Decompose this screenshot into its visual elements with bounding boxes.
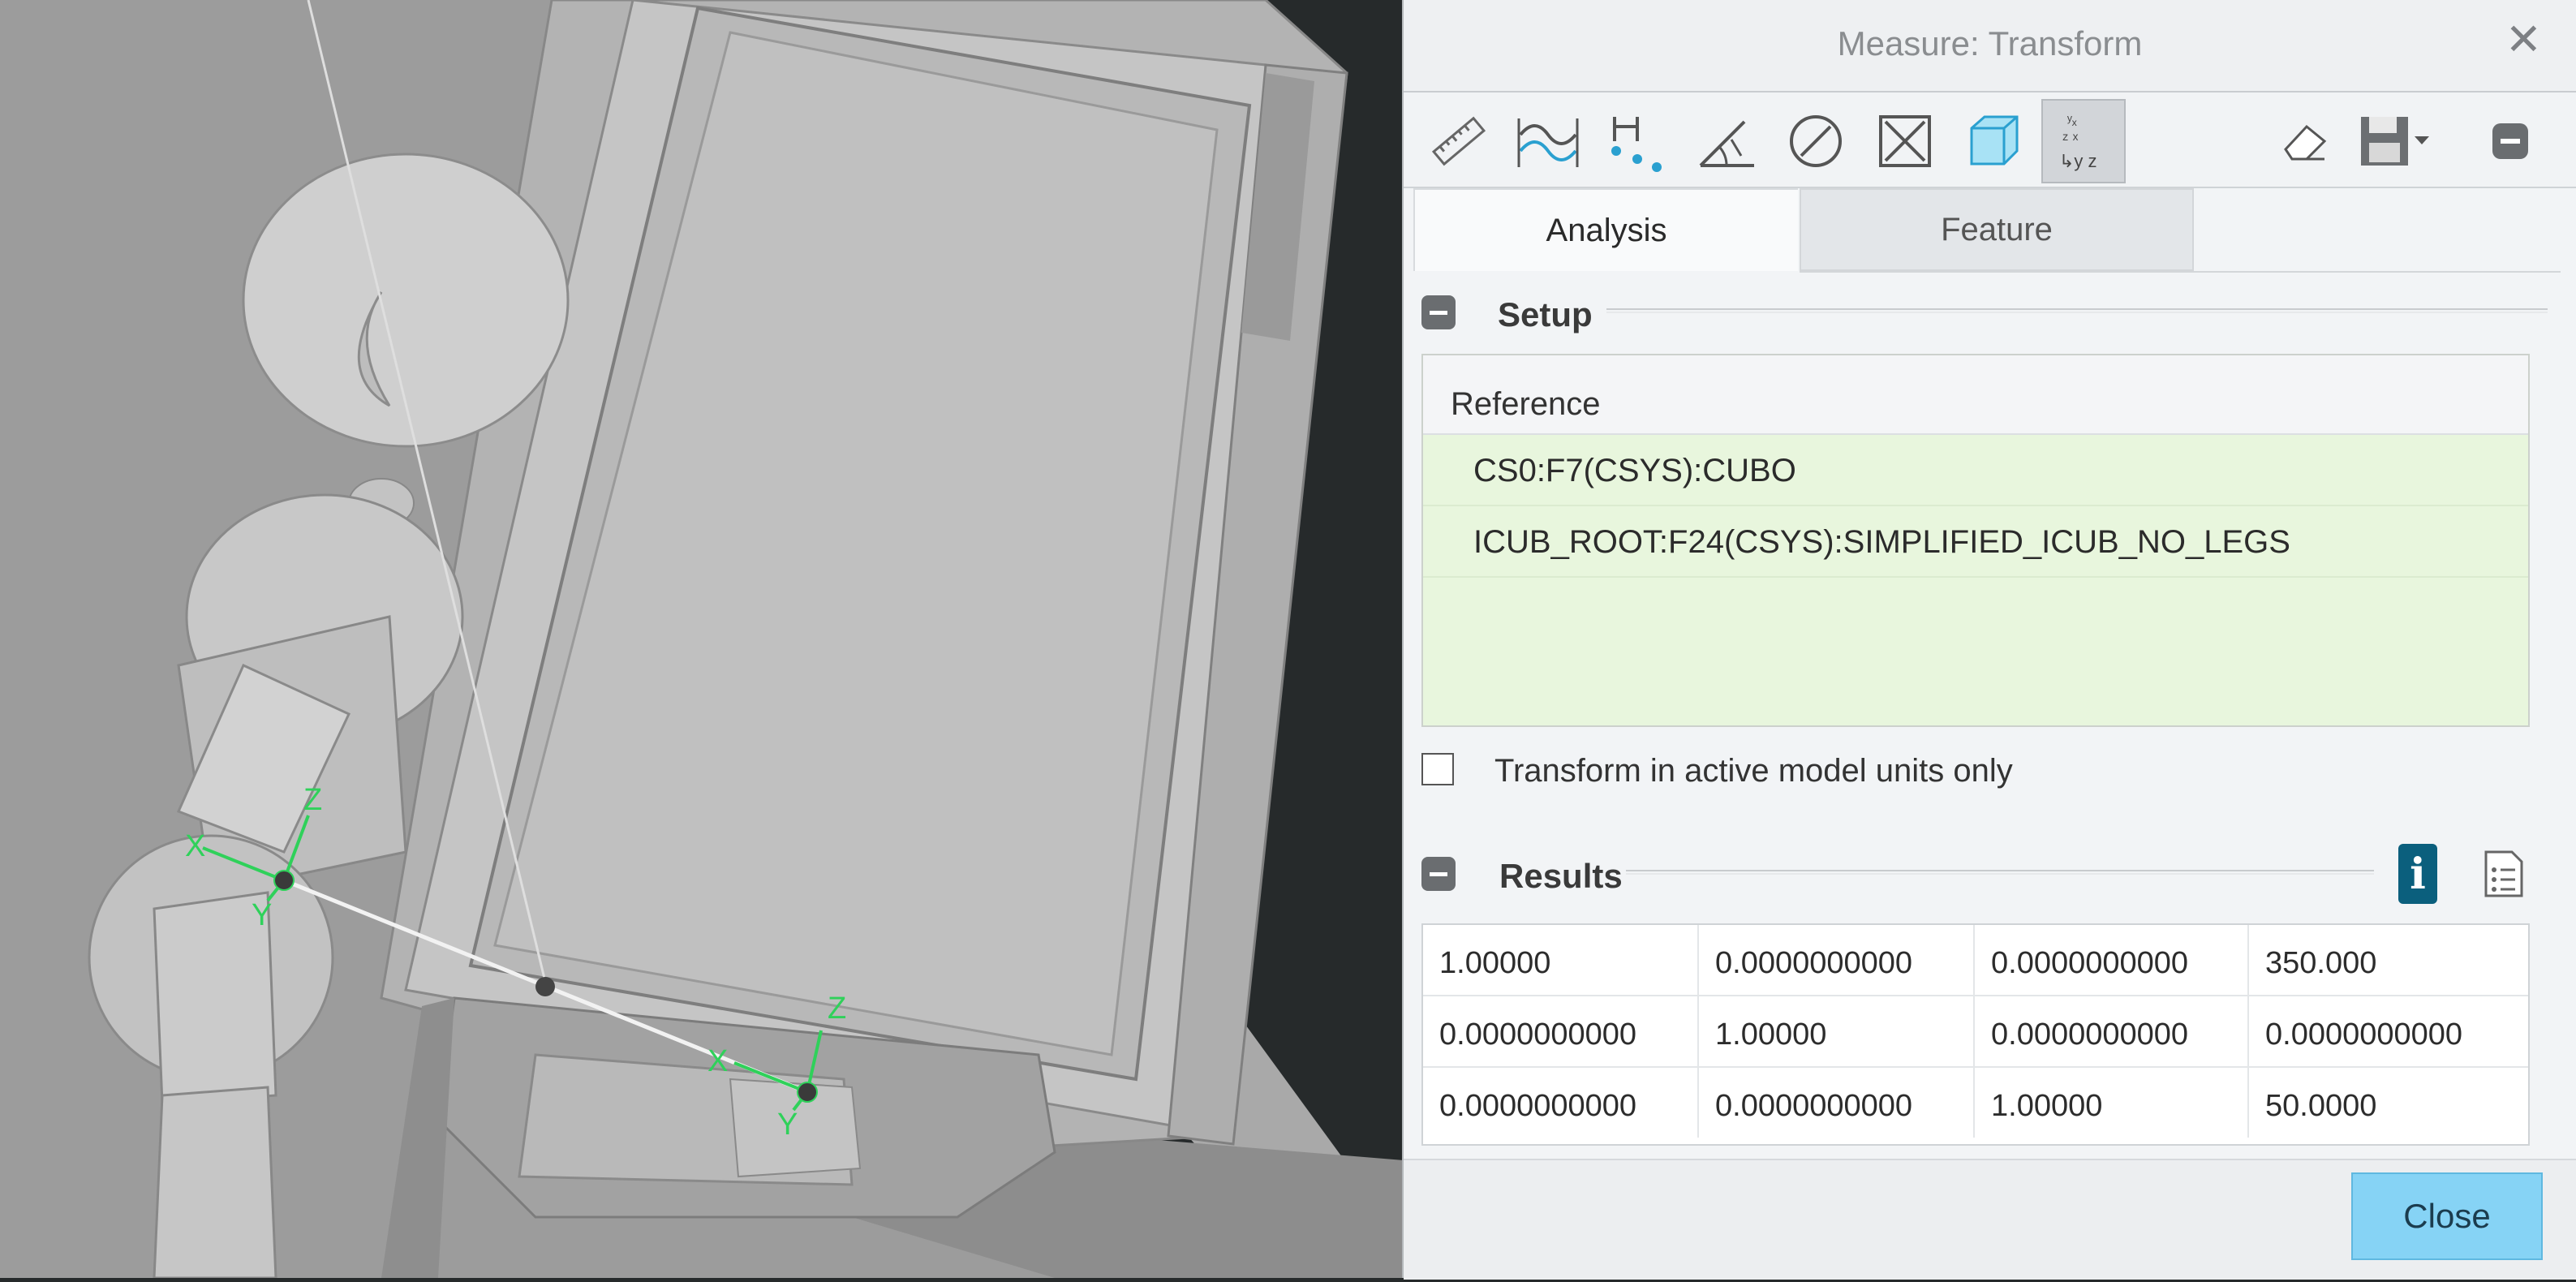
ruler-icon[interactable] — [1417, 99, 1501, 183]
eraser-icon[interactable] — [2264, 99, 2348, 183]
matrix-cell: 350.000 — [2265, 946, 2377, 980]
matrix-cell: 0.0000000000 — [1423, 996, 1699, 1066]
tab-analysis[interactable]: Analysis — [1413, 188, 1798, 271]
reference-collector[interactable]: Reference CS0:F7(CSYS):CUBO ICUB_ROOT:F2… — [1421, 354, 2530, 727]
matrix-cell: 0.0000000000 — [1975, 996, 2249, 1066]
cad-model-render[interactable]: X Z Y X Z Y — [0, 0, 1404, 1280]
matrix-cell: 0.0000000000 — [1699, 1068, 1975, 1138]
axis-label-x: X — [185, 829, 205, 863]
save-disk-icon[interactable] — [2353, 99, 2437, 183]
table-row: 0.0000000000 0.0000000000 1.00000 50.000… — [1423, 1068, 2528, 1139]
setup-section-title: Setup — [1498, 295, 1593, 333]
matrix-cell: 0.0000000000 — [2265, 1017, 2463, 1052]
results-section-title: Results — [1499, 857, 1623, 895]
axis-label-x: X — [707, 1044, 728, 1078]
reference-item[interactable]: CS0:F7(CSYS):CUBO — [1423, 435, 2528, 506]
results-list-icon[interactable] — [2483, 849, 2525, 899]
tab-divider — [1800, 271, 2561, 273]
setup-divider — [1606, 308, 2548, 313]
transform-matrix-table: 1.00000 0.0000000000 0.0000000000 350.00… — [1421, 923, 2530, 1146]
results-divider — [1626, 870, 2374, 875]
model-viewport[interactable]: X Z Y X Z Y — [0, 0, 1404, 1280]
reference-item[interactable]: ICUB_ROOT:F24(CSYS):SIMPLIFIED_ICUB_NO_L… — [1423, 506, 2528, 578]
points-distance-icon[interactable] — [1595, 99, 1679, 183]
table-row: 0.0000000000 1.00000 0.0000000000 0.0000… — [1423, 996, 2528, 1068]
tab-bar: Analysis Feature — [1413, 188, 2561, 273]
curve-distance-icon[interactable] — [1506, 99, 1590, 183]
active-units-checkbox-label: Transform in active model units only — [1494, 753, 2013, 789]
measure-toolbar: ʸₓ ᶻ ˣ ↳y z — [1404, 92, 2576, 188]
transform-xyz-icon[interactable]: ʸₓ ᶻ ˣ ↳y z — [2041, 99, 2126, 183]
matrix-cell: 50.0000 — [2265, 1089, 2377, 1123]
axis-label-z: Z — [303, 783, 322, 817]
table-row: 1.00000 0.0000000000 0.0000000000 350.00… — [1423, 925, 2528, 996]
axis-label-y: Y — [252, 898, 272, 932]
volume-cube-icon[interactable] — [1952, 99, 2036, 183]
results-collapse-button[interactable] — [1421, 857, 1456, 891]
tab-feature[interactable]: Feature — [1800, 188, 2194, 271]
active-units-checkbox[interactable] — [1421, 753, 1454, 785]
measure-transform-dialog: Measure: Transform ✕ ʸₓ ᶻ ˣ ↳y z Analysi… — [1402, 0, 2576, 1280]
dialog-title: Measure: Transform — [1837, 24, 2143, 62]
angle-icon[interactable] — [1684, 99, 1769, 183]
matrix-cell: 1.00000 — [1423, 925, 1699, 995]
matrix-cell: 0.0000000000 — [1423, 1068, 1699, 1138]
title-bar[interactable]: Measure: Transform ✕ — [1404, 0, 2576, 92]
setup-collapse-button[interactable] — [1421, 295, 1456, 329]
svg-text:ᶻ ˣ: ᶻ ˣ — [2062, 131, 2079, 148]
minus-icon[interactable] — [2468, 99, 2552, 183]
axis-label-z: Z — [828, 992, 846, 1026]
diameter-icon[interactable] — [1774, 99, 1858, 183]
close-button[interactable]: Close — [2351, 1172, 2543, 1260]
info-icon[interactable]: i — [2398, 844, 2437, 904]
axis-label-y: Y — [777, 1108, 798, 1142]
matrix-cell: 1.00000 — [1699, 996, 1975, 1066]
matrix-cell: 0.0000000000 — [1975, 925, 2249, 995]
matrix-cell: 0.0000000000 — [1699, 925, 1975, 995]
close-icon[interactable]: ✕ — [2505, 18, 2542, 62]
area-icon[interactable] — [1863, 99, 1947, 183]
matrix-cell: 1.00000 — [1975, 1068, 2249, 1138]
svg-text:↳y z: ↳y z — [2059, 151, 2097, 171]
svg-text:ʸₓ: ʸₓ — [2066, 112, 2077, 128]
reference-header: Reference — [1423, 355, 2528, 435]
